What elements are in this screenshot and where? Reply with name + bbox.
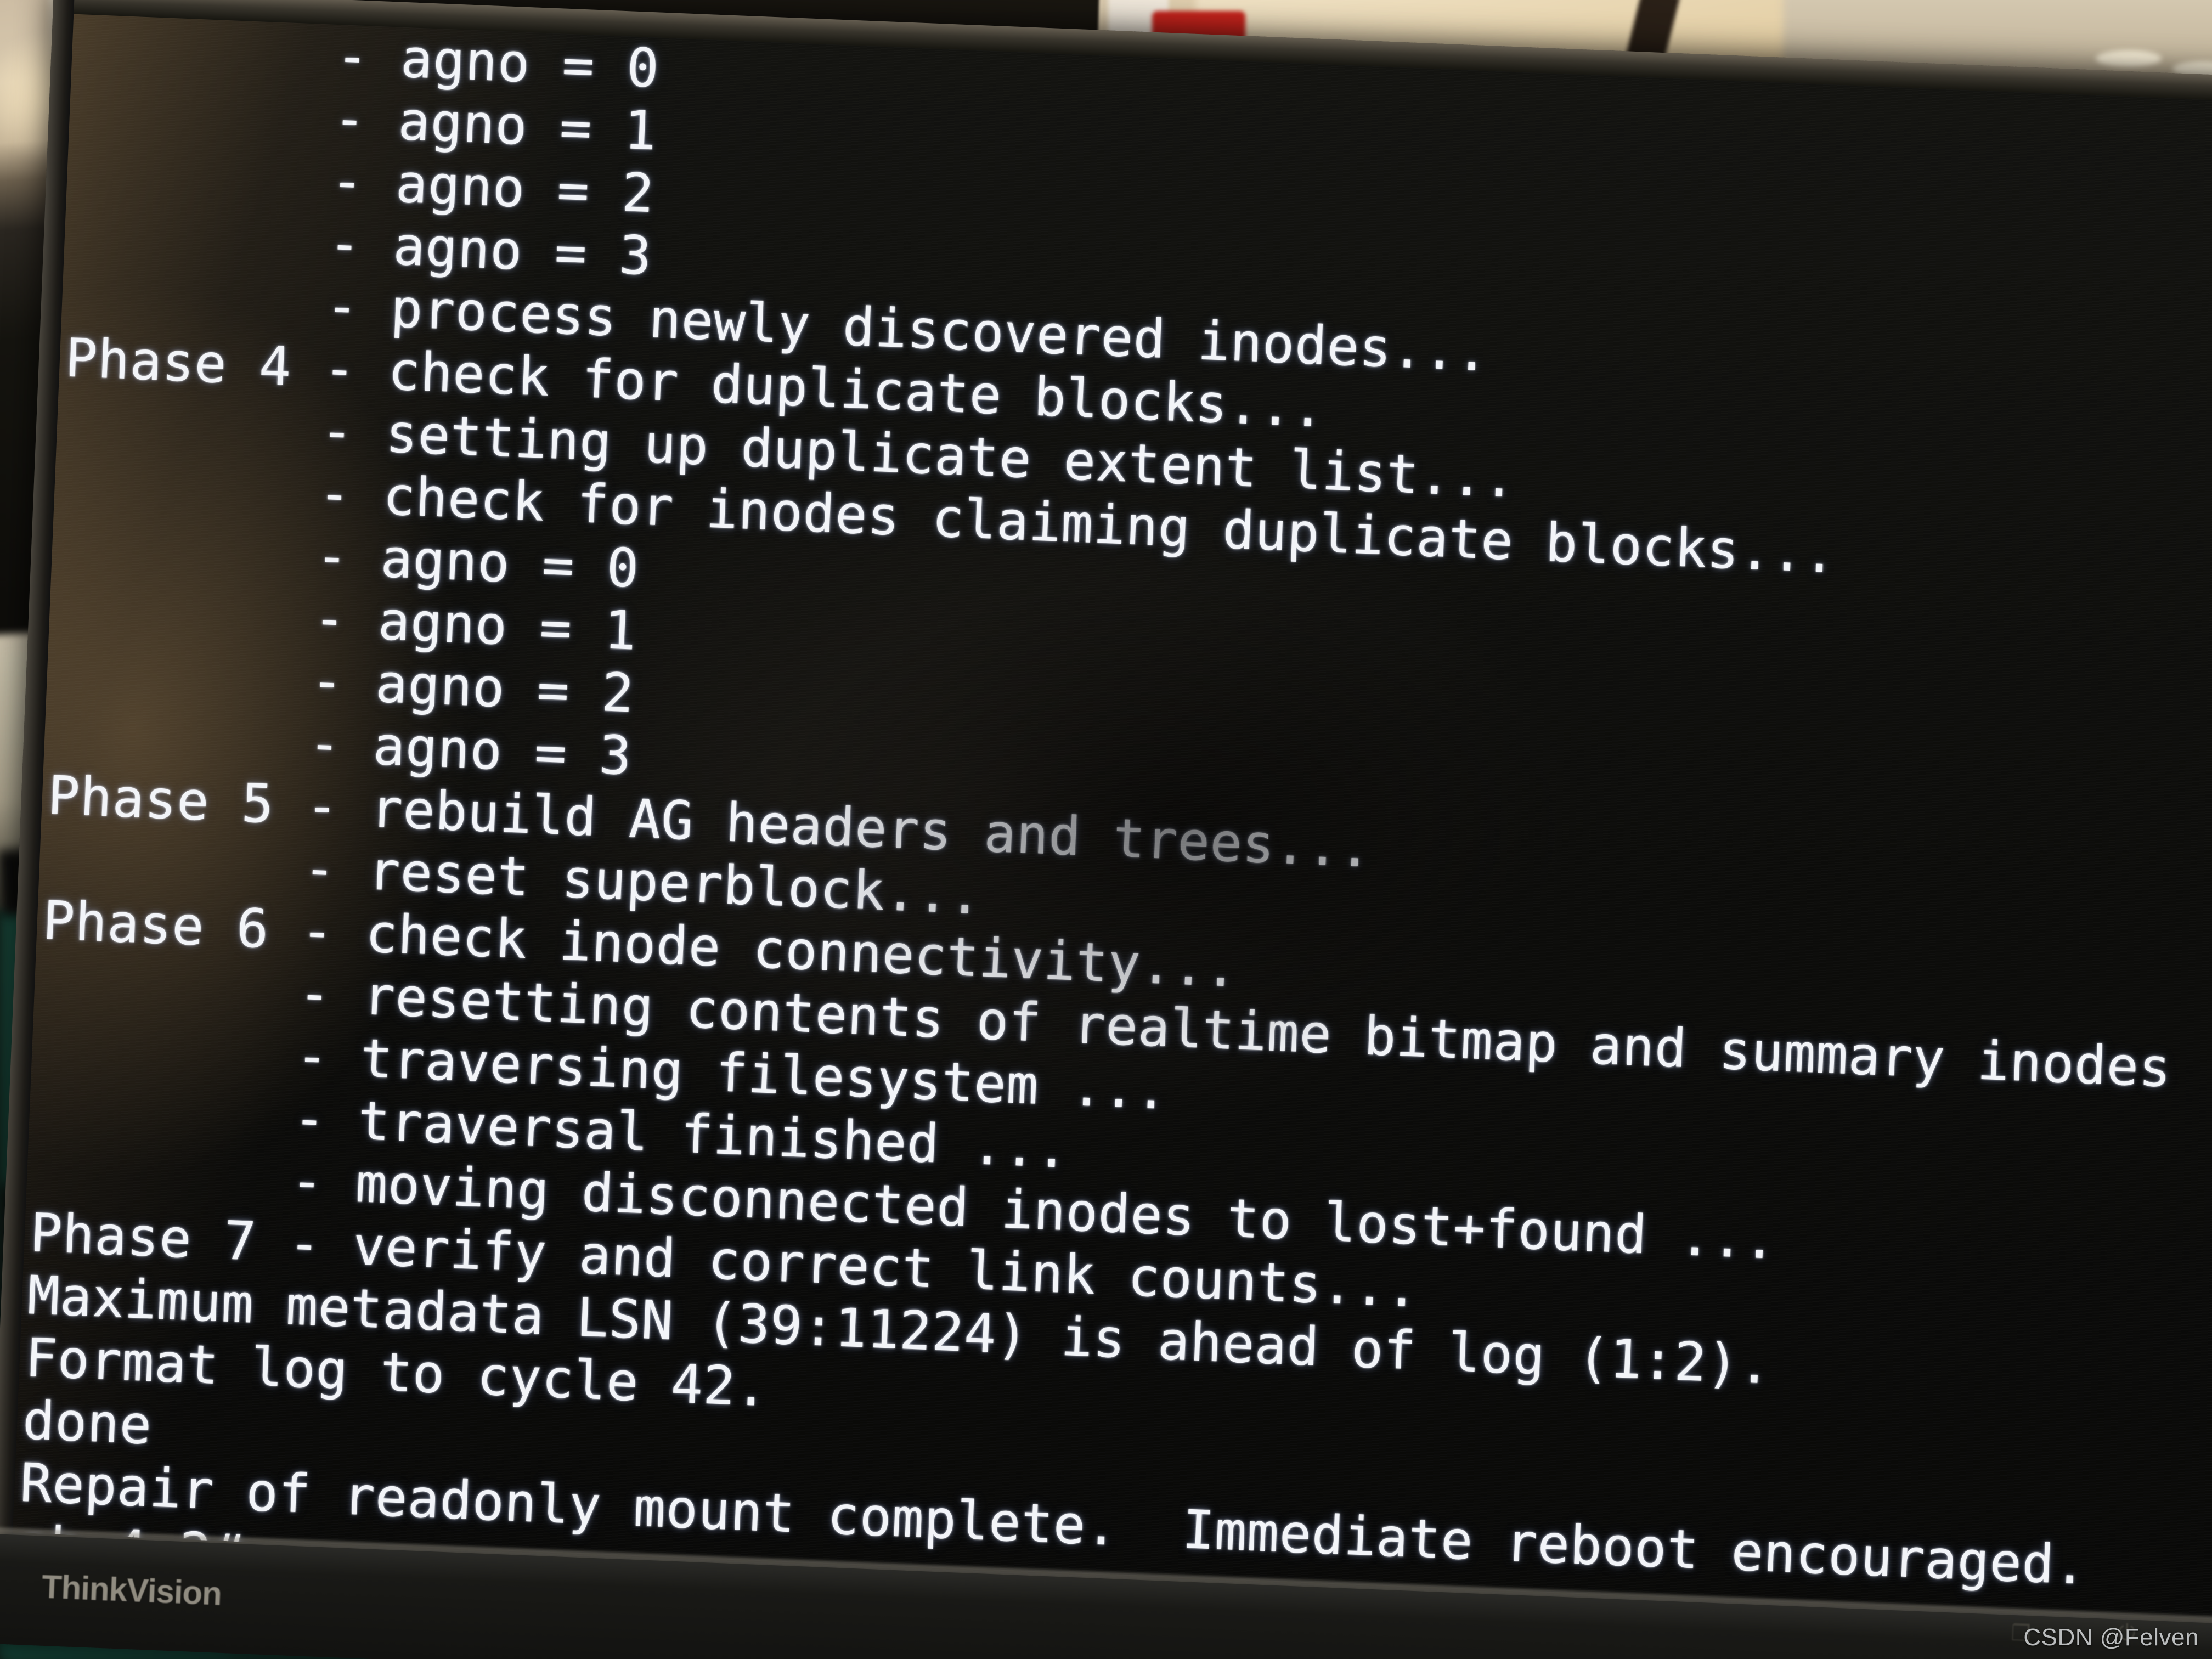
console-output: - agno = 0 - agno = 1 - agno = 2 - agno … (13, 14, 2212, 1624)
watermark: CSDN @Felven (2023, 1624, 2199, 1651)
photo-canvas: Lenovo - agno = 0 - agno = 1 - agno = 2 … (0, 0, 2212, 1659)
monitor: - agno = 0 - agno = 1 - agno = 2 - agno … (0, 0, 2212, 1659)
thinkvision-brand-label: ThinkVision (41, 1568, 223, 1612)
monitor-screen: - agno = 0 - agno = 1 - agno = 2 - agno … (13, 14, 2212, 1624)
